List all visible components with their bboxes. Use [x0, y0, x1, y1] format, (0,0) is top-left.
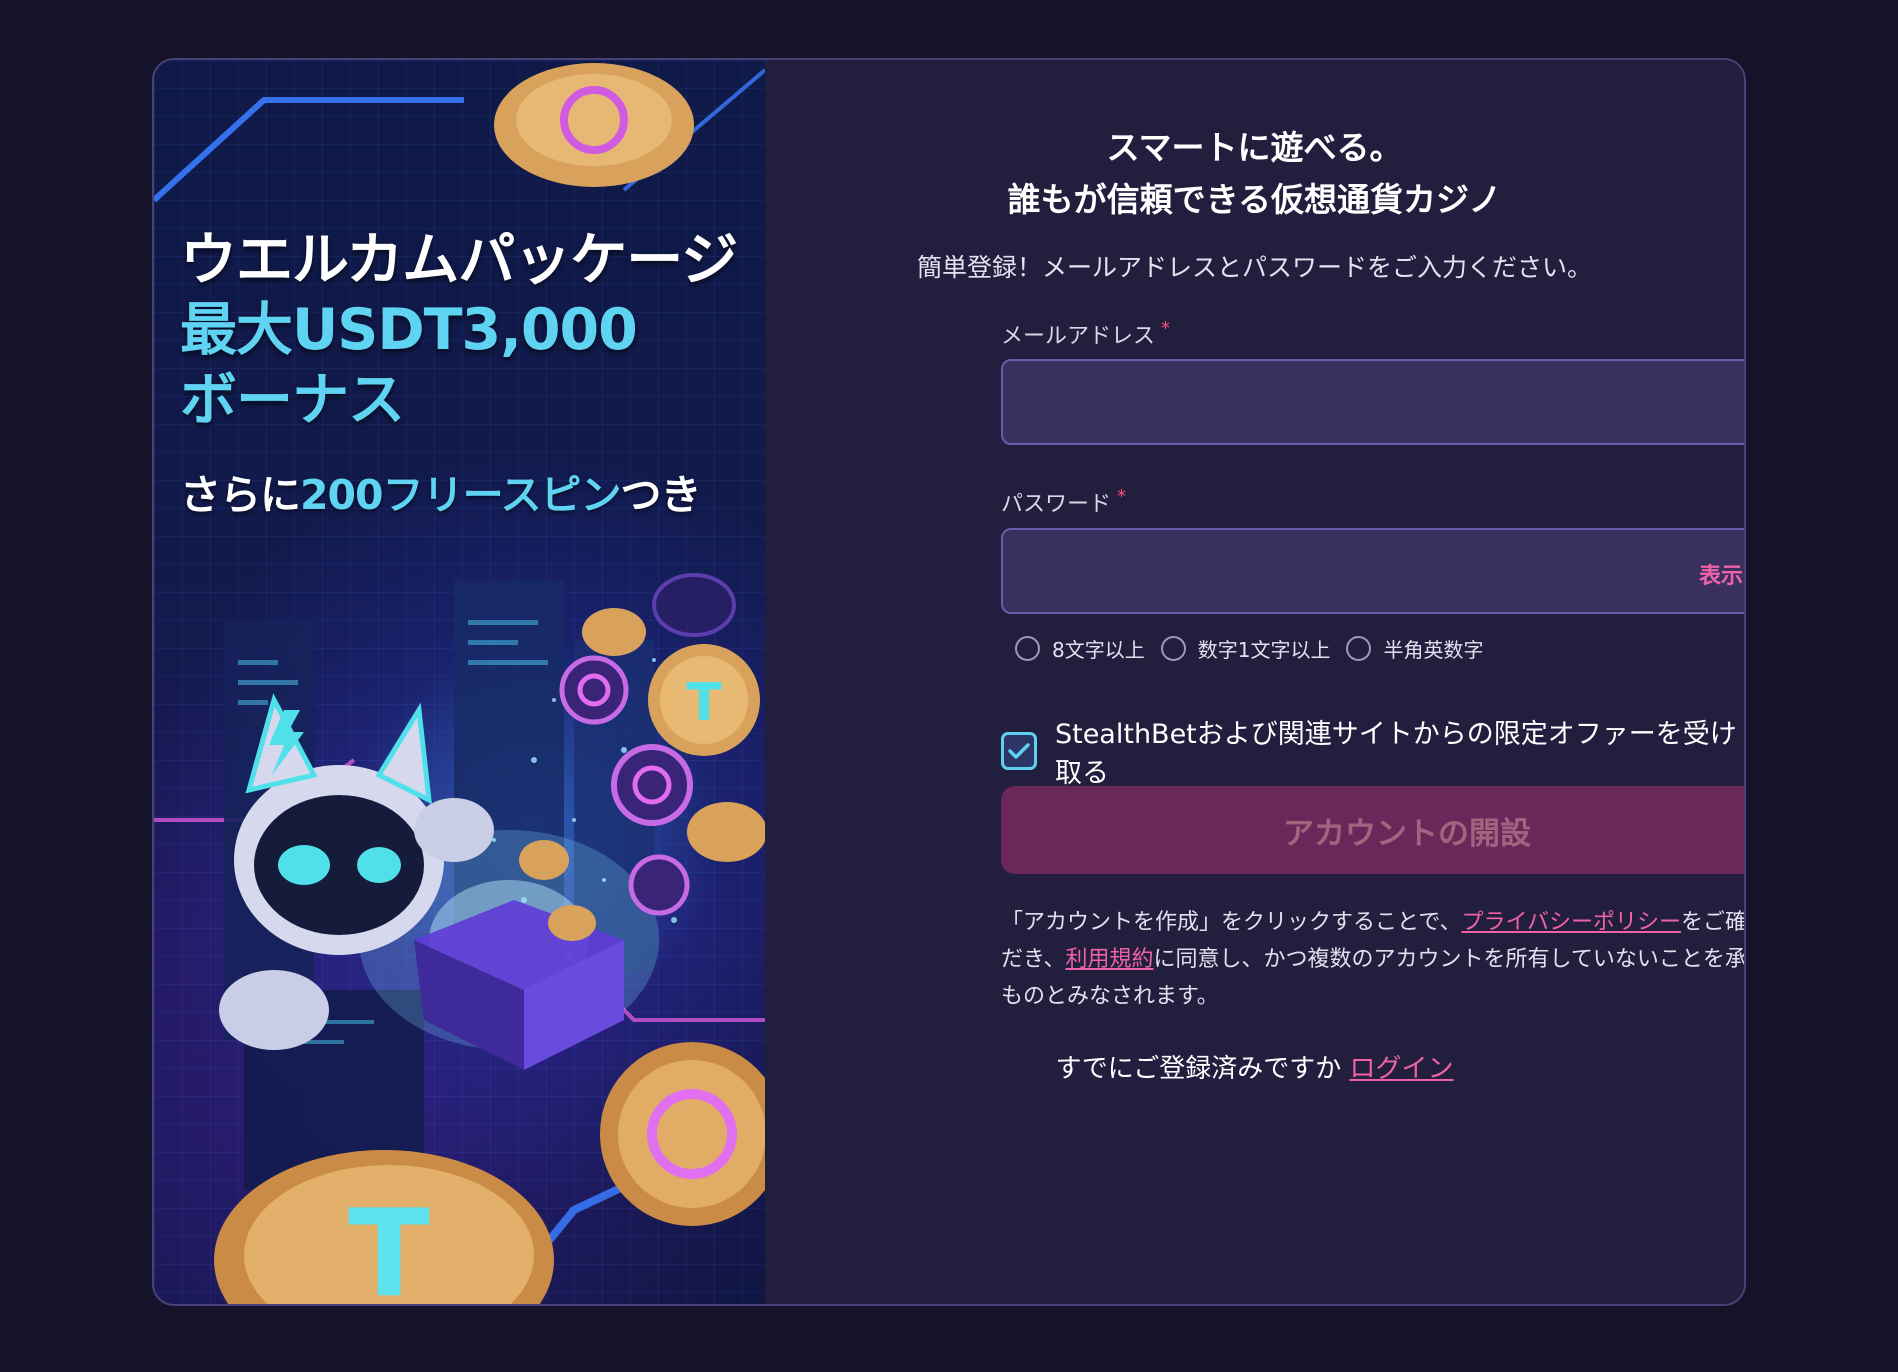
promo-bonus: ボーナス: [180, 367, 405, 433]
login-link[interactable]: ログイン: [1350, 1054, 1454, 1084]
password-rule-digit: 数字1文字以上: [1160, 634, 1331, 663]
promo-free-spins: さらに200フリースピンつき: [180, 461, 737, 521]
signup-form: スマートに遊べる。 誰もが信頼できる仮想通貨カジノ 簡単登録！メールアドレスとパ…: [765, 60, 1744, 1304]
svg-text:T: T: [686, 673, 722, 733]
legal-notice: 「アカウントを作成」をクリックすることで、プライバシーポリシーをご確認いただき、…: [1001, 904, 1744, 1015]
password-rules: 8文字以上 数字1文字以上 半角英数字: [1015, 634, 1483, 663]
password-input[interactable]: [1003, 530, 1744, 612]
password-rule-length: 8文字以上: [1015, 634, 1145, 663]
rule-circle-icon: [1015, 636, 1040, 661]
required-marker: *: [1117, 486, 1127, 507]
signup-modal: T T ウエルカムパッケージ 最大USDT3,000 ボーナス さらに200フリ…: [152, 58, 1746, 1306]
offers-optin-label: StealthBetおよび関連サイトからの限定オファーを受け取る: [1054, 719, 1737, 789]
heading-line-2: 誰もが信頼できる仮想通貨カジノ: [1007, 180, 1502, 219]
checkmark-icon: [1008, 743, 1030, 759]
email-label-text: メールアドレス: [1001, 324, 1156, 349]
password-rule-alphanumeric: 半角英数字: [1346, 634, 1483, 663]
form-subtext: 簡単登録！メールアドレスとパスワードをご入力ください。: [916, 253, 1592, 282]
promo-spins-prefix: さらに: [180, 471, 301, 519]
rule-label: 8文字以上: [1052, 638, 1145, 662]
promo-title: ウエルカムパッケージ: [180, 227, 738, 293]
legal-text-1: 「アカウントを作成」をクリックすることで、: [1001, 910, 1462, 935]
login-prompt: すでにご登録済みですか ログイン: [765, 1048, 1744, 1085]
required-marker: *: [1161, 318, 1171, 339]
offers-checkbox[interactable]: [1001, 732, 1037, 770]
password-field[interactable]: 表示する: [1001, 528, 1744, 614]
rule-label: 半角英数字: [1383, 638, 1484, 662]
promo-amount: 最大USDT3,000: [180, 297, 638, 363]
offers-optin[interactable]: StealthBetおよび関連サイトからの限定オファーを受け取る: [1001, 712, 1744, 790]
email-label: メールアドレス *: [1001, 318, 1170, 350]
rule-circle-icon: [1160, 636, 1186, 661]
form-heading: スマートに遊べる。 誰もが信頼できる仮想通貨カジノ: [765, 122, 1744, 226]
privacy-policy-link[interactable]: プライバシーポリシー: [1461, 910, 1681, 935]
heading-line-1: スマートに遊べる。: [1106, 128, 1403, 167]
email-input[interactable]: [1003, 361, 1744, 443]
promo-spins-suffix: つき: [620, 471, 702, 519]
email-field[interactable]: [1001, 359, 1744, 445]
show-password-toggle[interactable]: 表示する: [1699, 558, 1744, 590]
terms-link[interactable]: 利用規約: [1065, 947, 1153, 972]
login-prompt-text: すでにご登録済みですか: [1055, 1054, 1342, 1084]
rule-circle-icon: [1346, 636, 1372, 661]
rule-label: 数字1文字以上: [1197, 638, 1331, 662]
svg-text:T: T: [348, 1185, 430, 1304]
promo-spins-highlight: 200フリースピン: [300, 471, 622, 519]
create-account-button[interactable]: アカウントの開設: [1001, 786, 1744, 874]
password-label: パスワード *: [1001, 486, 1126, 518]
password-label-text: パスワード: [1001, 492, 1112, 517]
promo-text-block: ウエルカムパッケージ 最大USDT3,000 ボーナス さらに200フリースピン…: [180, 225, 738, 521]
promo-banner: T T ウエルカムパッケージ 最大USDT3,000 ボーナス さらに200フリ…: [154, 60, 765, 1304]
